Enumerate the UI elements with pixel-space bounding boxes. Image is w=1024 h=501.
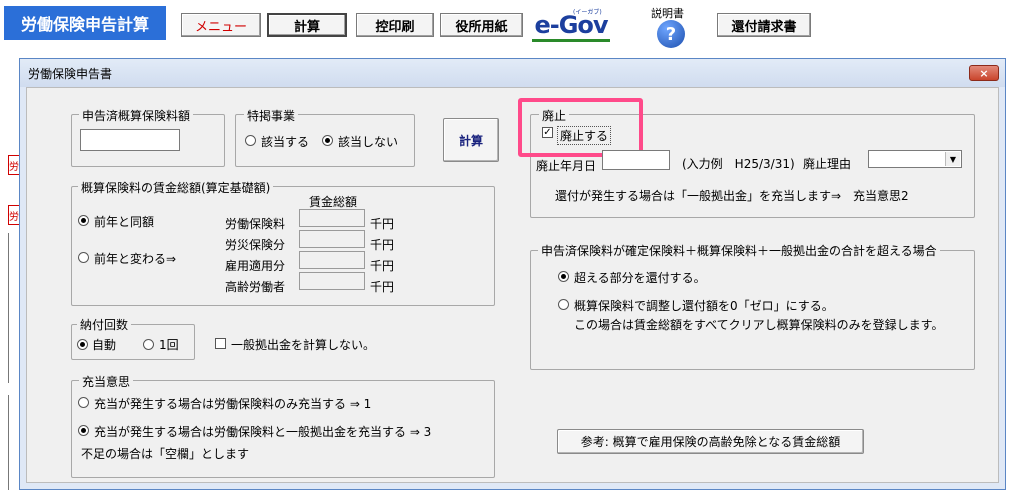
abolition-date-example: (入力例 H25/3/31) [682, 157, 795, 171]
wage-row-input[interactable] [299, 230, 365, 248]
wage-row-label: 雇用適用分 [225, 259, 286, 273]
abolition-checkbox-label: 廃止する [557, 126, 612, 145]
allocation-option3-label: 充当が発生する場合は労働保険料と一般拠出金を充当する ⇒ 3 [94, 425, 432, 439]
exceed-option2-label: 概算保険料で調整し還付額を0「ゼロ」にする。 [574, 299, 834, 313]
declaration-dialog: 労働保険申告書 × 申告済概算保険料額 特掲事業 該当する 該当しない 計算 概… [19, 58, 1006, 490]
special-business-applies-label: 該当する [261, 135, 310, 149]
menu-button[interactable]: メニュー [181, 13, 261, 37]
allocation-option3-radio[interactable] [78, 425, 89, 436]
exceed-option1-label: 超える部分を還付する。 [574, 271, 706, 285]
app-title: 労働保険申告計算 [4, 6, 166, 40]
abolition-reason-combo[interactable]: ▼ [868, 150, 962, 168]
declared-premium-legend: 申告済概算保険料額 [79, 107, 194, 124]
wage-row-label: 労災保険分 [225, 238, 286, 252]
allocation-option1-label: 充当が発生する場合は労働保険料のみ充当する ⇒ 1 [94, 397, 372, 411]
installments-once-label: 1回 [159, 338, 179, 352]
wage-changed-radio[interactable] [78, 252, 89, 263]
wage-row-input[interactable] [299, 209, 365, 227]
exceed-option2-note: この場合は賃金総額をすべてクリアし概算保険料のみを登録します。 [574, 318, 944, 332]
allocation-note: 不足の場合は「空欄」とします [81, 447, 250, 461]
abolition-date-input[interactable] [602, 150, 670, 170]
calc-button[interactable]: 計算 [443, 118, 499, 162]
office-paper-button[interactable]: 役所用紙 [440, 13, 523, 37]
exceed-option1-radio[interactable] [558, 271, 569, 282]
wage-row-unit: 千円 [370, 217, 395, 231]
installments-once-radio[interactable] [143, 339, 154, 350]
no-general-contribution-label: 一般拠出金を計算しない。 [231, 338, 376, 352]
allocation-legend: 充当意思 [79, 373, 134, 390]
wage-row-unit: 千円 [370, 238, 395, 252]
special-business-not-applies-label: 該当しない [338, 135, 399, 149]
copy-print-button[interactable]: 控印刷 [356, 13, 434, 37]
installments-auto-radio[interactable] [77, 339, 88, 350]
declared-premium-input[interactable] [80, 129, 180, 151]
special-business-applies-radio[interactable] [245, 135, 256, 146]
wage-changed-label: 前年と変わる⇒ [94, 252, 177, 266]
reference-button[interactable]: 参考: 概算で雇用保険の高齢免除となる賃金総額 [557, 429, 864, 454]
abolition-checkbox[interactable]: ✓ [542, 127, 553, 138]
manual-label: 説明書 [651, 7, 684, 20]
wage-same-radio[interactable] [78, 215, 89, 226]
special-business-not-applies-radio[interactable] [322, 135, 333, 146]
wage-total-header: 賃金総額 [309, 195, 358, 209]
help-icon[interactable]: ? [657, 20, 685, 48]
egov-button[interactable]: e-Gov [532, 10, 610, 42]
exceed-option2-radio[interactable] [558, 299, 569, 310]
exceed-legend: 申告済保険料が確定保険料＋概算保険料＋一般拠出金の合計を超える場合 [538, 242, 940, 259]
special-business-legend: 特掲事業 [244, 107, 299, 124]
wage-total-legend: 概算保険料の賃金総額(算定基礎額) [78, 179, 274, 196]
abolition-date-label: 廃止年月日 [536, 159, 597, 173]
wage-same-label: 前年と同額 [94, 215, 155, 229]
wage-row-unit: 千円 [370, 280, 395, 294]
installments-legend: 納付回数 [77, 316, 132, 333]
close-button[interactable]: × [969, 65, 999, 81]
abolition-refund-note: 還付が発生する場合は「一般拠出金」を充当します⇒ 充当意思2 [555, 189, 909, 203]
no-general-contribution-checkbox[interactable] [215, 338, 226, 349]
abolition-reason-label: 廃止理由 [803, 157, 852, 171]
dialog-body: 申告済概算保険料額 特掲事業 該当する 該当しない 計算 概算保険料の賃金総額(… [26, 87, 999, 483]
chevron-down-icon[interactable]: ▼ [945, 152, 960, 166]
refund-request-button[interactable]: 還付請求書 [717, 13, 811, 37]
installments-auto-label: 自動 [92, 338, 117, 352]
allocation-option1-radio[interactable] [78, 397, 89, 408]
wage-row-input[interactable] [299, 251, 365, 269]
wage-row-label: 労働保険料 [225, 217, 286, 231]
wage-row-unit: 千円 [370, 259, 395, 273]
wage-row-input[interactable] [299, 272, 365, 290]
toolbar-calc-button[interactable]: 計算 [267, 13, 347, 37]
wage-row-label: 高齢労働者 [225, 280, 286, 294]
dialog-title: 労働保険申告書 [20, 59, 1005, 87]
